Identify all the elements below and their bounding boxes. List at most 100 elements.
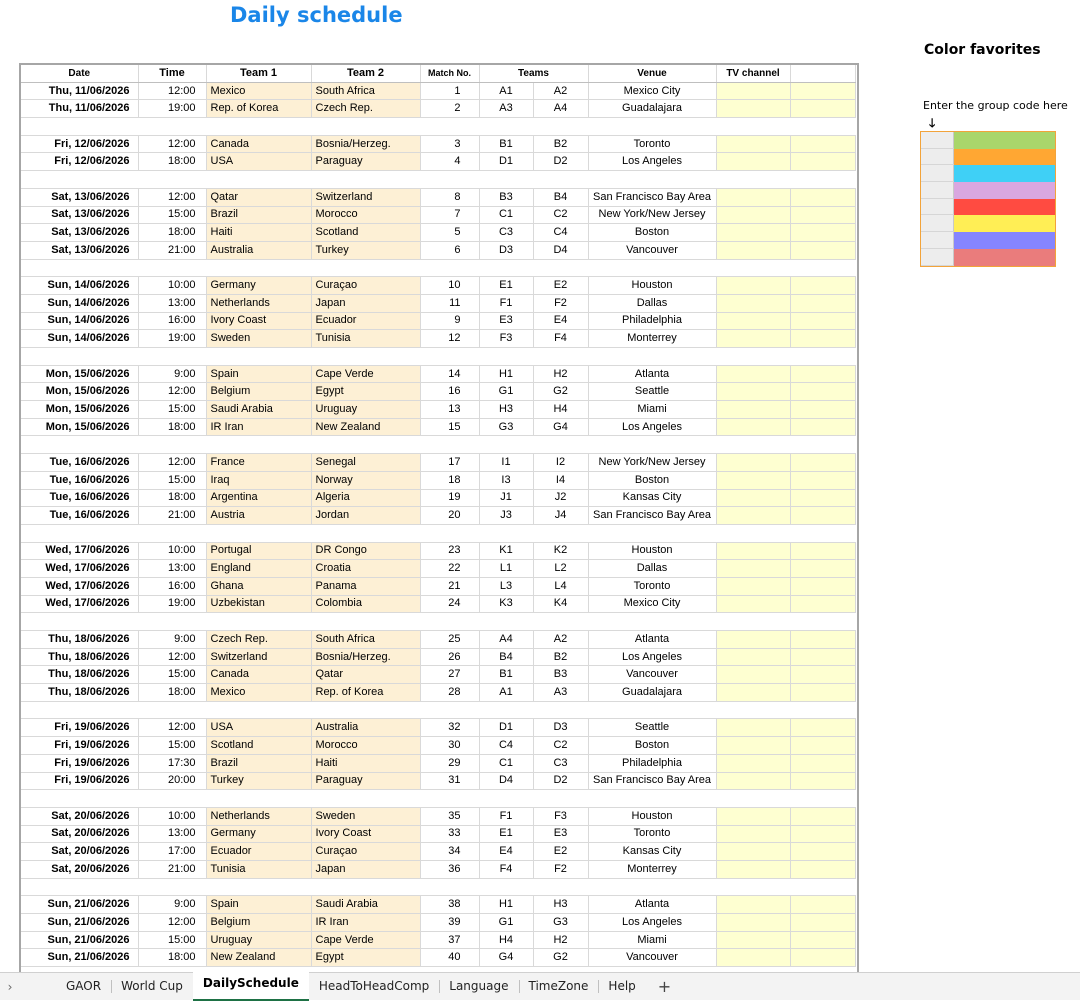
team1-cell[interactable]: Portugal: [206, 542, 312, 561]
team1-code-cell[interactable]: C1: [479, 754, 534, 773]
team2-code-cell[interactable]: C2: [533, 206, 589, 225]
time-cell[interactable]: 21:00: [138, 860, 207, 879]
notes-cell[interactable]: [790, 206, 856, 225]
time-cell[interactable]: 12:00: [138, 135, 207, 154]
team1-cell[interactable]: IR Iran: [206, 418, 312, 437]
team2-code-cell[interactable]: H4: [533, 400, 589, 419]
venue-cell[interactable]: Toronto: [588, 135, 717, 154]
date-cell[interactable]: Thu, 18/06/2026: [21, 630, 139, 649]
date-cell[interactable]: Thu, 18/06/2026: [21, 683, 139, 702]
venue-cell[interactable]: San Francisco Bay Area: [588, 188, 717, 207]
tv-channel-cell[interactable]: [716, 276, 791, 295]
notes-cell[interactable]: [790, 718, 856, 738]
time-cell[interactable]: 18:00: [138, 418, 207, 437]
team2-cell[interactable]: Tunisia: [311, 329, 421, 348]
match-number-cell[interactable]: 16: [420, 382, 480, 402]
empty-cell[interactable]: [479, 789, 533, 808]
team2-cell[interactable]: Uruguay: [311, 400, 421, 419]
time-cell[interactable]: 17:30: [138, 754, 207, 773]
empty-cell[interactable]: [716, 524, 791, 543]
team1-code-cell[interactable]: B1: [479, 665, 534, 685]
header-time[interactable]: Time: [138, 65, 207, 83]
empty-cell[interactable]: [311, 701, 420, 720]
team2-cell[interactable]: Qatar: [311, 665, 421, 685]
venue-cell[interactable]: Guadalajara: [588, 683, 717, 702]
venue-cell[interactable]: New York/New Jersey: [588, 206, 717, 225]
team1-cell[interactable]: Spain: [206, 895, 312, 914]
group-code-input[interactable]: [921, 132, 954, 149]
team2-cell[interactable]: Bosnia/Herzeg.: [311, 135, 421, 154]
venue-cell[interactable]: Miami: [588, 931, 717, 950]
tv-channel-cell[interactable]: [716, 665, 791, 685]
time-cell[interactable]: 15:00: [138, 400, 207, 419]
date-cell[interactable]: Wed, 17/06/2026: [21, 559, 139, 578]
empty-cell[interactable]: [311, 170, 420, 189]
team1-code-cell[interactable]: B1: [479, 135, 534, 154]
empty-cell[interactable]: [21, 435, 138, 455]
time-cell[interactable]: 15:00: [138, 665, 207, 685]
match-number-cell[interactable]: 28: [420, 683, 480, 702]
team2-cell[interactable]: Australia: [311, 718, 421, 738]
empty-cell[interactable]: [311, 612, 420, 631]
empty-cell[interactable]: [138, 701, 206, 720]
venue-cell[interactable]: Vancouver: [588, 948, 717, 968]
match-number-cell[interactable]: 20: [420, 506, 480, 525]
date-cell[interactable]: Fri, 19/06/2026: [21, 754, 139, 773]
date-cell[interactable]: Fri, 19/06/2026: [21, 736, 139, 755]
notes-cell[interactable]: [790, 294, 856, 313]
header-date[interactable]: Date: [21, 65, 139, 83]
venue-cell[interactable]: San Francisco Bay Area: [588, 772, 717, 791]
team1-cell[interactable]: Canada: [206, 135, 312, 154]
team1-code-cell[interactable]: G3: [479, 418, 534, 437]
empty-cell[interactable]: [311, 117, 420, 136]
empty-cell[interactable]: [588, 117, 717, 136]
empty-cell[interactable]: [588, 524, 717, 543]
team1-cell[interactable]: Germany: [206, 825, 312, 844]
empty-cell[interactable]: [311, 259, 420, 278]
tab-scroll-icon[interactable]: ›: [0, 980, 20, 994]
empty-cell[interactable]: [206, 435, 311, 455]
empty-cell[interactable]: [716, 789, 791, 808]
venue-cell[interactable]: Los Angeles: [588, 418, 717, 437]
notes-cell[interactable]: [790, 683, 856, 702]
date-cell[interactable]: Sun, 14/06/2026: [21, 312, 139, 331]
color-swatch[interactable]: [954, 148, 1055, 166]
notes-cell[interactable]: [790, 559, 856, 578]
empty-cell[interactable]: [790, 170, 856, 189]
match-number-cell[interactable]: 37: [420, 931, 480, 950]
empty-cell[interactable]: [21, 524, 138, 543]
team1-code-cell[interactable]: K3: [479, 595, 534, 614]
match-number-cell[interactable]: 30: [420, 736, 480, 755]
team1-cell[interactable]: Haiti: [206, 223, 312, 242]
empty-cell[interactable]: [716, 347, 791, 366]
team2-cell[interactable]: DR Congo: [311, 542, 421, 561]
color-swatch[interactable]: [954, 248, 1055, 266]
match-number-cell[interactable]: 8: [420, 188, 480, 207]
empty-cell[interactable]: [21, 612, 138, 631]
date-cell[interactable]: Mon, 15/06/2026: [21, 382, 139, 402]
team1-code-cell[interactable]: F1: [479, 807, 534, 826]
team2-cell[interactable]: Curaçao: [311, 276, 421, 295]
tv-channel-cell[interactable]: [716, 842, 791, 861]
venue-cell[interactable]: Kansas City: [588, 489, 717, 508]
team2-cell[interactable]: Switzerland: [311, 188, 421, 207]
empty-cell[interactable]: [206, 170, 311, 189]
notes-cell[interactable]: [790, 312, 856, 331]
team1-code-cell[interactable]: D3: [479, 241, 534, 260]
team2-cell[interactable]: South Africa: [311, 630, 421, 649]
team2-code-cell[interactable]: I4: [533, 471, 589, 490]
match-number-cell[interactable]: 19: [420, 489, 480, 508]
empty-cell[interactable]: [21, 117, 138, 136]
empty-cell[interactable]: [588, 878, 717, 897]
time-cell[interactable]: 9:00: [138, 895, 207, 914]
team2-cell[interactable]: Scotland: [311, 223, 421, 242]
team2-code-cell[interactable]: H2: [533, 365, 589, 384]
empty-cell[interactable]: [479, 435, 533, 455]
team2-cell[interactable]: Turkey: [311, 241, 421, 260]
empty-cell[interactable]: [588, 612, 717, 631]
notes-cell[interactable]: [790, 365, 856, 384]
group-code-input[interactable]: [921, 165, 954, 183]
empty-cell[interactable]: [206, 701, 311, 720]
time-cell[interactable]: 12:00: [138, 913, 207, 932]
empty-cell[interactable]: [716, 117, 791, 136]
